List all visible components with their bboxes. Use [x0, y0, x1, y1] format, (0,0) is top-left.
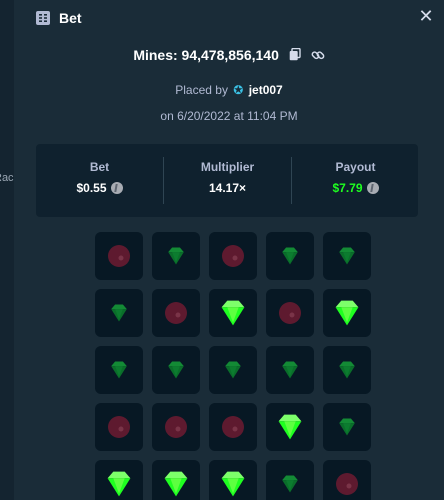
gem-tile — [323, 232, 371, 280]
mine-icon — [165, 302, 187, 324]
link-icon[interactable] — [311, 48, 325, 65]
gem-icon — [107, 471, 131, 497]
gem-icon — [339, 361, 355, 379]
bet-stats-panel: Bet $0.55 Multiplier 14.17× Payout $7.79 — [36, 144, 418, 217]
gem-icon — [339, 247, 355, 265]
gem-icon — [221, 300, 245, 326]
close-icon[interactable]: ✕ — [418, 7, 434, 25]
bet-label: Bet — [89, 160, 110, 174]
gem-icon — [168, 247, 184, 265]
receipt-icon — [36, 11, 50, 25]
gem-icon — [164, 471, 188, 497]
background-label: Rac — [0, 172, 14, 184]
gem-tile — [323, 403, 371, 451]
mine-tile — [152, 403, 200, 451]
mine-icon — [108, 416, 130, 438]
multiplier-stat: Multiplier 14.17× — [164, 144, 291, 217]
mine-icon — [279, 302, 301, 324]
gem-tile — [323, 346, 371, 394]
gem-icon — [111, 361, 127, 379]
gem-tile — [152, 232, 200, 280]
mine-icon — [108, 245, 130, 267]
mine-tile — [209, 403, 257, 451]
payout-value: $7.79 — [292, 181, 419, 195]
gem-tile — [95, 346, 143, 394]
mines-board — [95, 232, 375, 500]
placed-by: Placed by ✪ jet007 — [14, 83, 444, 97]
litecoin-icon — [110, 182, 123, 194]
mine-tile — [95, 232, 143, 280]
mine-icon — [222, 245, 244, 267]
gem-icon — [282, 475, 298, 493]
gem-icon — [111, 304, 127, 322]
gem-tile — [209, 346, 257, 394]
bet-date: on 6/20/2022 at 11:04 PM — [160, 109, 298, 123]
bet-stat: Bet $0.55 — [36, 144, 163, 217]
gem-tile — [266, 460, 314, 500]
placed-by-label: Placed by — [175, 83, 228, 97]
background-page: Rac — [0, 0, 14, 500]
star-badge-icon: ✪ — [233, 83, 244, 97]
mines-seed: Mines: 94,478,856,140 — [14, 47, 444, 65]
mine-tile — [209, 232, 257, 280]
bet-modal: Bet ✕ Mines: 94,478,856,140 Placed by ✪ … — [14, 0, 444, 500]
multiplier-value: 14.17× — [208, 181, 247, 195]
gem-tile-revealed — [152, 460, 200, 500]
gem-tile-revealed — [95, 460, 143, 500]
mine-icon — [165, 416, 187, 438]
gem-tile — [266, 346, 314, 394]
gem-tile — [152, 346, 200, 394]
mine-icon — [222, 416, 244, 438]
mine-tile — [152, 289, 200, 337]
gem-tile-revealed — [323, 289, 371, 337]
bet-value: $0.55 — [36, 181, 163, 195]
gem-icon — [278, 414, 302, 440]
gem-icon — [339, 418, 355, 436]
gem-icon — [225, 361, 241, 379]
mine-tile — [323, 460, 371, 500]
gem-icon — [168, 361, 184, 379]
gem-tile-revealed — [209, 289, 257, 337]
modal-title: Bet — [59, 10, 82, 26]
username-link[interactable]: jet007 — [249, 83, 283, 97]
mine-icon — [336, 473, 358, 495]
payout-label: Payout — [335, 160, 376, 174]
gem-icon — [282, 247, 298, 265]
mine-tile — [266, 289, 314, 337]
mines-text: Mines: 94,478,856,140 — [133, 47, 279, 63]
multiplier-label: Multiplier — [200, 160, 255, 174]
gem-icon — [335, 300, 359, 326]
litecoin-icon — [366, 182, 379, 194]
copy-icon[interactable] — [289, 48, 301, 64]
gem-tile-revealed — [266, 403, 314, 451]
gem-tile — [266, 232, 314, 280]
mine-tile — [95, 403, 143, 451]
modal-header: Bet ✕ — [14, 0, 444, 36]
gem-icon — [221, 471, 245, 497]
gem-tile-revealed — [209, 460, 257, 500]
gem-icon — [282, 361, 298, 379]
payout-stat: Payout $7.79 — [292, 144, 419, 217]
gem-tile — [95, 289, 143, 337]
